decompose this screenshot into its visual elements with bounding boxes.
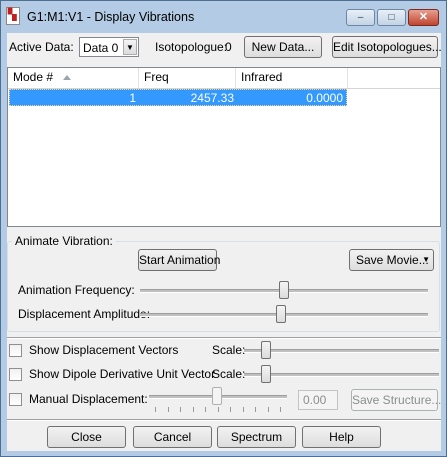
cell-mode: 1: [129, 91, 136, 105]
save-structure-button[interactable]: Save Structure...: [351, 389, 441, 411]
divider: [7, 419, 441, 421]
slider-tick: [267, 407, 269, 412]
close-button[interactable]: Close: [47, 426, 126, 448]
slider-tick: [242, 407, 244, 412]
slider-tick: [155, 407, 156, 412]
show-displacement-vectors-checkbox[interactable]: [9, 344, 22, 357]
column-header-freq[interactable]: Freq: [139, 68, 236, 88]
displacement-scale-slider[interactable]: [261, 341, 271, 359]
manual-displacement-label: Manual Displacement:: [29, 392, 148, 406]
animation-frequency-label: Animation Frequency:: [18, 283, 135, 297]
modes-table[interactable]: Mode # Freq Infrared 1 2457.33 0.0000: [7, 67, 441, 227]
animate-vibration-group: Animate Vibration: Start Animation Save …: [7, 234, 440, 332]
cell-freq: 2457.33: [190, 91, 234, 105]
slider-tick: [180, 407, 181, 412]
save-movie-button[interactable]: Save Movie... ▼: [349, 249, 434, 271]
displacement-scale-track[interactable]: [244, 349, 439, 353]
document-icon: ▚: [6, 7, 20, 25]
slider-tick: [192, 407, 194, 412]
cell-infrared: 0.0000: [306, 91, 343, 105]
animation-frequency-slider[interactable]: [279, 281, 289, 299]
display-vibrations-window: ▚ G1:M1:V1 - Display Vibrations – □ ✕ Ac…: [0, 0, 447, 457]
chevron-down-icon[interactable]: ▼: [123, 39, 137, 55]
table-row[interactable]: 1 2457.33 0.0000: [9, 89, 347, 106]
slider-tick: [230, 407, 231, 412]
show-displacement-vectors-label: Show Displacement Vectors: [29, 343, 179, 357]
displacement-amplitude-slider[interactable]: [276, 305, 286, 323]
sort-ascending-icon: [63, 75, 71, 80]
start-animation-button[interactable]: Start Animation: [138, 249, 220, 271]
show-dipole-derivative-label: Show Dipole Derivative Unit Vector: [29, 367, 216, 381]
edit-isotopologues-button[interactable]: Edit Isotopologues...: [332, 36, 442, 58]
help-button[interactable]: Help: [302, 426, 381, 448]
table-header: Mode # Freq Infrared: [8, 68, 440, 89]
cancel-button[interactable]: Cancel: [133, 426, 212, 448]
divider: [7, 337, 441, 339]
active-data-value: Data 0: [83, 41, 119, 55]
save-movie-label: Save Movie...: [356, 253, 429, 267]
active-data-label: Active Data:: [9, 40, 74, 54]
displacement-amplitude-label: Displacement Amplitude:: [18, 307, 151, 321]
show-dipole-derivative-checkbox[interactable]: [9, 368, 22, 381]
dipole-scale-slider[interactable]: [261, 365, 271, 383]
dialog-body: Active Data: Data 0 ▼ Isotopologue: 0 Ne…: [7, 33, 442, 451]
minimize-button[interactable]: –: [346, 9, 375, 26]
new-data-button[interactable]: New Data...: [244, 36, 322, 58]
manual-displacement-slider[interactable]: [212, 387, 222, 405]
isotopologue-value: 0: [225, 40, 232, 54]
dipole-scale-track[interactable]: [244, 373, 439, 377]
window-title: G1:M1:V1 - Display Vibrations: [27, 10, 195, 24]
dropdown-arrow-icon: ▼: [422, 255, 430, 264]
manual-displacement-checkbox[interactable]: [9, 393, 22, 406]
animate-vibration-label: Animate Vibration:: [12, 234, 116, 248]
column-header-mode-label: Mode #: [13, 70, 54, 84]
isotopologue-label: Isotopologue:: [155, 40, 228, 54]
slider-tick: [167, 407, 169, 412]
scale-label-displacement: Scale:: [212, 343, 246, 357]
maximize-button[interactable]: □: [377, 9, 406, 26]
title-bar[interactable]: ▚ G1:M1:V1 - Display Vibrations – □ ✕: [1, 1, 446, 33]
slider-tick: [205, 407, 206, 412]
close-window-button[interactable]: ✕: [408, 9, 439, 26]
active-data-select[interactable]: Data 0 ▼: [79, 37, 139, 57]
column-header-infrared[interactable]: Infrared: [236, 68, 348, 88]
manual-displacement-input[interactable]: 0.00: [298, 390, 338, 410]
spectrum-button[interactable]: Spectrum: [217, 426, 296, 448]
scale-label-dipole: Scale:: [212, 367, 246, 381]
slider-tick: [217, 407, 219, 412]
slider-tick: [255, 407, 256, 412]
slider-tick: [280, 407, 281, 412]
column-header-mode[interactable]: Mode #: [8, 68, 139, 88]
